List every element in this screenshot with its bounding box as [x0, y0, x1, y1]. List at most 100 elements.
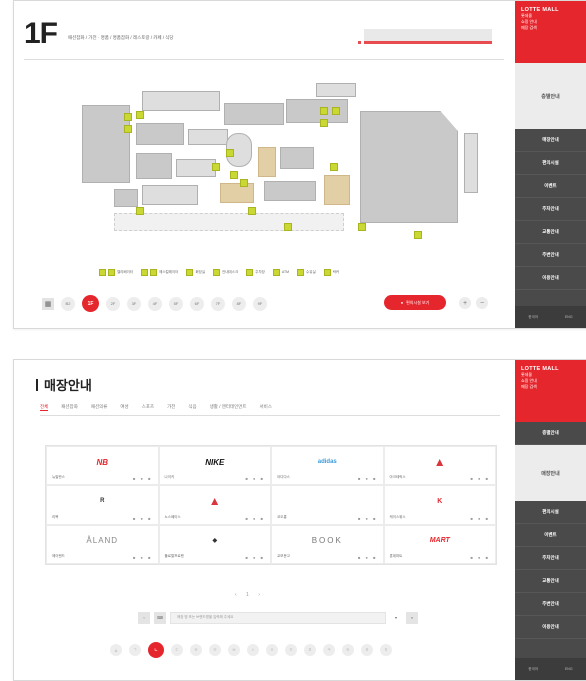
- facility-marker[interactable]: [124, 113, 132, 121]
- consonant-button-active[interactable]: ㄴ: [148, 642, 164, 658]
- store-block[interactable]: [316, 83, 356, 97]
- store-block[interactable]: [324, 175, 350, 205]
- sidebar-item[interactable]: 주차안내: [515, 198, 586, 221]
- floor-button[interactable]: B2: [61, 296, 75, 311]
- facility-marker[interactable]: [124, 125, 132, 133]
- store-card[interactable]: ▲ 아크테릭스 ■ ● ■: [383, 446, 496, 486]
- sidebar-item[interactable]: 매장안내: [515, 129, 586, 152]
- facility-marker[interactable]: [332, 107, 340, 115]
- tab[interactable]: 가전: [167, 404, 175, 411]
- sidebar-item-selected[interactable]: 층별안내: [515, 63, 586, 129]
- store-card[interactable]: 코오롱 ■ ● ■: [271, 485, 384, 525]
- floor-button[interactable]: 2F: [106, 296, 120, 311]
- tab[interactable]: 식음: [188, 404, 196, 411]
- store-block[interactable]: [142, 185, 198, 205]
- store-block[interactable]: [142, 91, 220, 111]
- consonant-button[interactable]: A: [110, 644, 122, 656]
- consonant-button[interactable]: ㄹ: [190, 644, 202, 656]
- floor-button[interactable]: 6F: [190, 296, 204, 311]
- sidebar-item[interactable]: 주차안내: [515, 547, 586, 570]
- brand-logo[interactable]: LOTTE MALL 롯데몰 쇼핑 안내 매장 검색: [515, 1, 586, 63]
- sidebar-item-selected[interactable]: 매장안내: [515, 445, 586, 501]
- tab[interactable]: 스포츠: [142, 404, 154, 411]
- sidebar-item[interactable]: 주변안내: [515, 593, 586, 616]
- consonant-button[interactable]: ㅊ: [304, 644, 316, 656]
- tab-all[interactable]: 전체: [40, 404, 49, 411]
- sidebar-item[interactable]: 교통안내: [515, 221, 586, 244]
- consonant-button[interactable]: ㅂ: [228, 644, 240, 656]
- consonant-button[interactable]: ㅅ: [247, 644, 259, 656]
- tab[interactable]: 생활 / 엔터테인먼트: [210, 404, 247, 411]
- floor-button[interactable]: 3F: [127, 296, 141, 311]
- consonant-button[interactable]: ㅇ: [266, 644, 278, 656]
- floor-map[interactable]: [24, 63, 494, 253]
- pagination[interactable]: ‹ 1 ›: [235, 592, 264, 598]
- sidebar-item[interactable]: 이용안내: [515, 616, 586, 639]
- anchor-store[interactable]: [360, 111, 458, 223]
- sidebar-item[interactable]: 교통안내: [515, 570, 586, 593]
- floor-button-active[interactable]: 1F: [82, 295, 99, 312]
- brand-logo[interactable]: LOTTE MALL 롯데몰 쇼핑 안내 매장 검색: [515, 360, 586, 422]
- search-input[interactable]: 매장 명 또는 브랜드명을 입력해 주세요: [170, 611, 386, 624]
- language-korean[interactable]: 한국어: [528, 667, 538, 672]
- language-korean[interactable]: 한국어: [528, 315, 538, 320]
- floor-button[interactable]: 7F: [211, 296, 225, 311]
- facility-marker[interactable]: [330, 163, 338, 171]
- grid-view-icon[interactable]: ▦: [42, 297, 54, 310]
- consonant-button[interactable]: ㅁ: [209, 644, 221, 656]
- facility-marker[interactable]: [414, 231, 422, 239]
- store-block[interactable]: [114, 189, 138, 207]
- store-block[interactable]: [136, 123, 184, 145]
- facility-marker[interactable]: [358, 223, 366, 231]
- store-card[interactable]: R 리복 ■ ● ■: [46, 485, 159, 525]
- store-block[interactable]: [136, 153, 172, 179]
- store-block[interactable]: [264, 181, 316, 201]
- facility-marker[interactable]: [240, 179, 248, 187]
- store-block[interactable]: [280, 147, 314, 169]
- keyboard-icon[interactable]: ⌨: [154, 611, 166, 624]
- sidebar-item[interactable]: 편의시설: [515, 501, 586, 524]
- zoom-in-button[interactable]: +: [459, 297, 471, 309]
- sidebar-item[interactable]: 이벤트: [515, 524, 586, 547]
- store-card[interactable]: ÅLAND 에이랜드 ■ ● ■: [46, 524, 159, 564]
- tab[interactable]: 여성: [120, 404, 128, 411]
- facility-marker[interactable]: [320, 107, 328, 115]
- prev-button[interactable]: ‹: [138, 611, 150, 624]
- store-block[interactable]: [220, 183, 254, 203]
- search-icon[interactable]: ⌕: [406, 611, 418, 624]
- sidebar-item[interactable]: 이벤트: [515, 175, 586, 198]
- consonant-button[interactable]: ㅋ: [323, 644, 335, 656]
- facility-marker[interactable]: [248, 207, 256, 215]
- facility-marker[interactable]: [136, 111, 144, 119]
- tab[interactable]: 패션의류: [91, 404, 108, 411]
- facility-button[interactable]: ● 편의시설 보기: [384, 295, 446, 310]
- store-block[interactable]: [82, 105, 130, 183]
- facility-marker[interactable]: [320, 119, 328, 127]
- store-block[interactable]: [464, 133, 478, 193]
- consonant-button[interactable]: ㄷ: [171, 644, 183, 656]
- sidebar-item[interactable]: 이용안내: [515, 267, 586, 290]
- dropdown-icon[interactable]: ▾: [390, 611, 402, 624]
- store-card[interactable]: BOOK 교보문고 ■ ● ■: [271, 524, 384, 564]
- consonant-button[interactable]: ㅍ: [361, 644, 373, 656]
- sidebar-item[interactable]: 주변안내: [515, 244, 586, 267]
- floor-button[interactable]: 8F: [232, 296, 246, 311]
- floor-button[interactable]: 9F: [253, 296, 267, 311]
- consonant-button[interactable]: ㅈ: [285, 644, 297, 656]
- store-block[interactable]: [188, 129, 228, 145]
- language-english[interactable]: ENG: [565, 667, 573, 671]
- tab[interactable]: 패션잡화: [61, 404, 78, 411]
- tab[interactable]: 서비스: [260, 404, 272, 411]
- consonant-button[interactable]: ㄱ: [129, 644, 141, 656]
- facility-marker[interactable]: [284, 223, 292, 231]
- store-card[interactable]: NB 뉴발란스 ■ ● ■: [46, 446, 159, 486]
- store-card[interactable]: K 케이스위스 ■ ● ■: [383, 485, 496, 525]
- consonant-button[interactable]: ㅌ: [342, 644, 354, 656]
- facility-marker[interactable]: [136, 207, 144, 215]
- store-block[interactable]: [258, 147, 276, 177]
- floor-button[interactable]: 4F: [148, 296, 162, 311]
- store-card[interactable]: NIKE 나이키 ■ ● ■: [158, 446, 271, 486]
- sidebar-item[interactable]: 층별안내: [515, 422, 586, 445]
- store-block[interactable]: [224, 103, 284, 125]
- store-card[interactable]: MART 롯데마트 ■ ● ■: [383, 524, 496, 564]
